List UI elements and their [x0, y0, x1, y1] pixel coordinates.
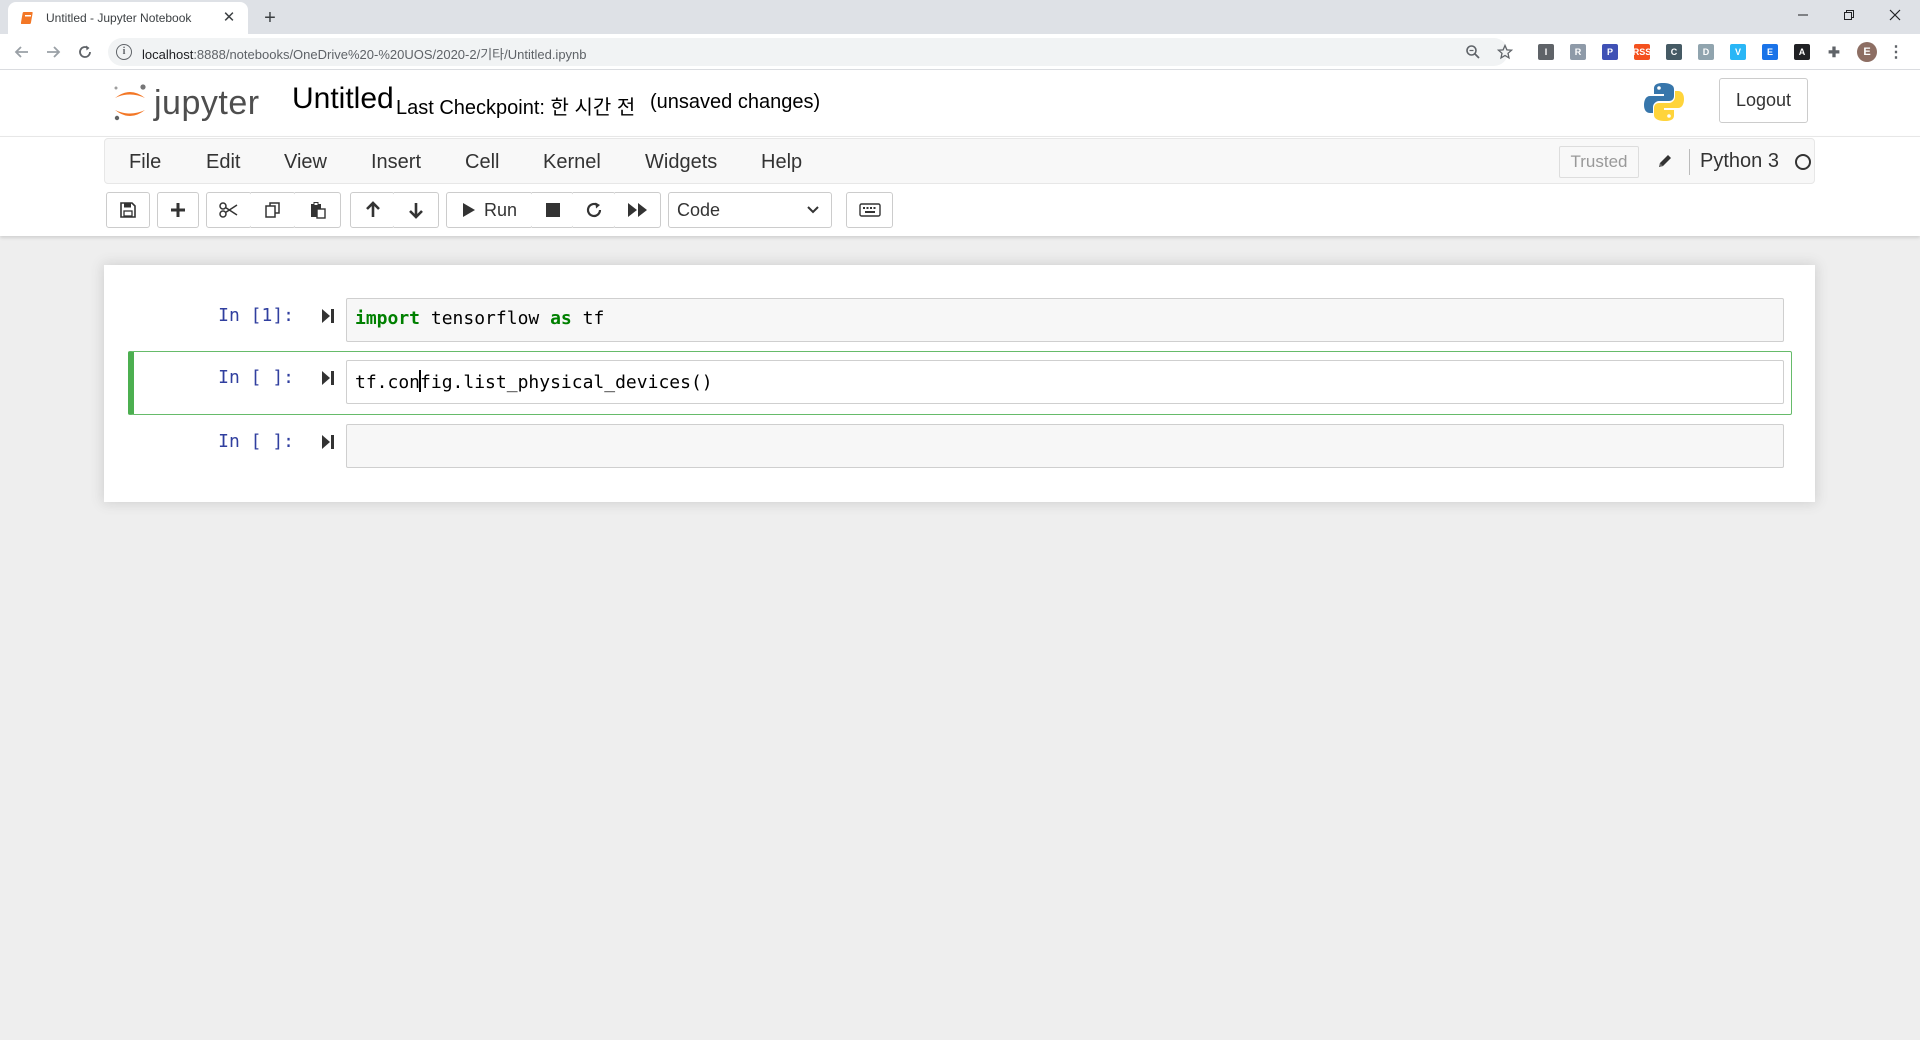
- forward-arrow-icon[interactable]: [41, 40, 65, 64]
- address-bar[interactable]: i localhost:8888/notebooks/OneDrive%20-%…: [108, 38, 1513, 66]
- run-button-label: Run: [483, 199, 518, 220]
- run-cell-icon[interactable]: [318, 367, 338, 389]
- browser-toolbar: i localhost:8888/notebooks/OneDrive%20-%…: [0, 34, 1920, 70]
- move-down-button[interactable]: [394, 192, 439, 228]
- extension-reader-icon[interactable]: R: [1570, 44, 1586, 60]
- kernel-name[interactable]: Python 3: [1700, 150, 1779, 173]
- run-cell-icon[interactable]: [318, 305, 338, 327]
- scissors-icon: [219, 202, 238, 218]
- menu-cell[interactable]: Cell: [465, 151, 499, 174]
- input-prompt: In [ ]:: [218, 431, 294, 452]
- command-palette-button[interactable]: [846, 192, 893, 228]
- paste-button[interactable]: [295, 192, 341, 228]
- plus-icon: [171, 203, 185, 217]
- code-editor[interactable]: tf.config.list_physical_devices(): [346, 360, 1784, 404]
- back-arrow-icon[interactable]: [10, 40, 34, 64]
- menu-kernel[interactable]: Kernel: [543, 151, 601, 174]
- browser-tab[interactable]: Untitled - Jupyter Notebook ✕: [8, 2, 248, 34]
- new-tab-button[interactable]: +: [258, 6, 282, 30]
- extension-puzzle-grid-icon[interactable]: P: [1602, 44, 1618, 60]
- code-cell[interactable]: In [1]: import tensorflow as tf: [128, 290, 1792, 352]
- input-prompt: In [1]:: [218, 305, 294, 326]
- jupyter-logo-icon: [114, 84, 146, 121]
- menubar: File Edit View Insert Cell Kernel Widget…: [104, 138, 1815, 184]
- extension-i-icon[interactable]: I: [1538, 44, 1554, 60]
- restart-icon: [586, 202, 602, 218]
- restore-icon[interactable]: [1826, 0, 1872, 30]
- arrow-up-icon: [365, 201, 380, 217]
- menu-file[interactable]: File: [129, 151, 161, 174]
- save-button[interactable]: [106, 192, 150, 228]
- menu-view[interactable]: View: [284, 151, 327, 174]
- code-cell-selected[interactable]: In [ ]: tf.config.list_physical_devices(…: [128, 351, 1792, 415]
- paste-icon: [310, 202, 326, 219]
- reload-icon[interactable]: [73, 40, 97, 64]
- extension-rss-icon[interactable]: RSS: [1633, 44, 1651, 60]
- run-cell-icon[interactable]: [318, 431, 338, 453]
- menu-insert[interactable]: Insert: [371, 151, 421, 174]
- arrow-down-icon: [409, 203, 423, 219]
- zoom-icon[interactable]: [1464, 43, 1482, 61]
- cut-button[interactable]: [206, 192, 252, 228]
- stop-icon: [545, 203, 560, 217]
- edit-mode-pencil-icon: [1653, 149, 1677, 173]
- notebook-name[interactable]: Untitled: [292, 82, 394, 116]
- kernel-idle-indicator-icon: [1795, 154, 1811, 170]
- trusted-indicator[interactable]: Trusted: [1559, 146, 1639, 178]
- restart-button[interactable]: [573, 192, 616, 228]
- extension-calendar-icon[interactable]: E: [1762, 44, 1778, 60]
- kernel-separator: [1689, 149, 1690, 175]
- tab-title: Untitled - Jupyter Notebook: [46, 11, 192, 25]
- extensions-puzzle-icon[interactable]: ✚: [1826, 44, 1842, 60]
- url-text: localhost:8888/notebooks/OneDrive%20-%20…: [142, 47, 587, 62]
- cell-type-select[interactable]: Code: [668, 192, 832, 228]
- extension-c-icon[interactable]: C: [1666, 44, 1682, 60]
- copy-icon: [265, 202, 280, 218]
- profile-avatar[interactable]: E: [1857, 42, 1877, 62]
- autosave-status: (unsaved changes): [650, 91, 821, 113]
- menu-help[interactable]: Help: [761, 151, 802, 174]
- logout-button[interactable]: Logout: [1719, 78, 1808, 123]
- extension-diamond-icon[interactable]: V: [1730, 44, 1746, 60]
- floppy-disk-icon: [120, 202, 136, 218]
- menu-widgets[interactable]: Widgets: [645, 151, 717, 174]
- browser-tab-strip: Untitled - Jupyter Notebook ✕ +: [0, 0, 1920, 34]
- keyboard-icon: [858, 203, 881, 217]
- fast-forward-icon: [627, 203, 647, 217]
- python-logo-icon: [1642, 80, 1686, 124]
- jupyter-favicon-icon: [20, 10, 36, 26]
- input-prompt: In [ ]:: [218, 367, 294, 388]
- move-up-button[interactable]: [350, 192, 395, 228]
- code-editor[interactable]: [346, 424, 1784, 468]
- copy-button[interactable]: [251, 192, 296, 228]
- jupyter-menubar-container: File Edit View Insert Cell Kernel Widget…: [0, 136, 1920, 236]
- site-info-icon[interactable]: i: [116, 44, 132, 60]
- code-editor[interactable]: import tensorflow as tf: [346, 298, 1784, 342]
- minimize-icon[interactable]: [1780, 0, 1826, 30]
- extension-arrow-icon[interactable]: A: [1794, 44, 1810, 60]
- checkpoint-status: Last Checkpoint: 한 시간 전: [396, 97, 636, 119]
- menu-edit[interactable]: Edit: [206, 151, 240, 174]
- extension-doc-icon[interactable]: D: [1698, 44, 1714, 60]
- notebook-container: In [1]: import tensorflow as tf In [ ]: …: [104, 265, 1815, 502]
- browser-menu-icon[interactable]: ⋮: [1888, 44, 1904, 61]
- insert-cell-button[interactable]: [157, 192, 199, 228]
- play-icon: [462, 203, 475, 217]
- chevron-down-icon: [807, 206, 819, 214]
- close-tab-icon[interactable]: ✕: [220, 9, 238, 27]
- run-button[interactable]: Run: [446, 192, 533, 228]
- jupyter-header: jupyter Untitled Last Checkpoint: 한 시간 전…: [0, 70, 1920, 136]
- interrupt-button[interactable]: [532, 192, 574, 228]
- code-cell[interactable]: In [ ]:: [128, 416, 1792, 478]
- jupyter-logo[interactable]: jupyter: [110, 80, 270, 126]
- bookmark-star-icon[interactable]: [1496, 43, 1514, 61]
- jupyter-logo-text: jupyter: [154, 84, 260, 122]
- cell-type-value: Code: [677, 200, 721, 220]
- restart-run-all-button[interactable]: [615, 192, 661, 228]
- window-close-icon[interactable]: [1872, 0, 1918, 30]
